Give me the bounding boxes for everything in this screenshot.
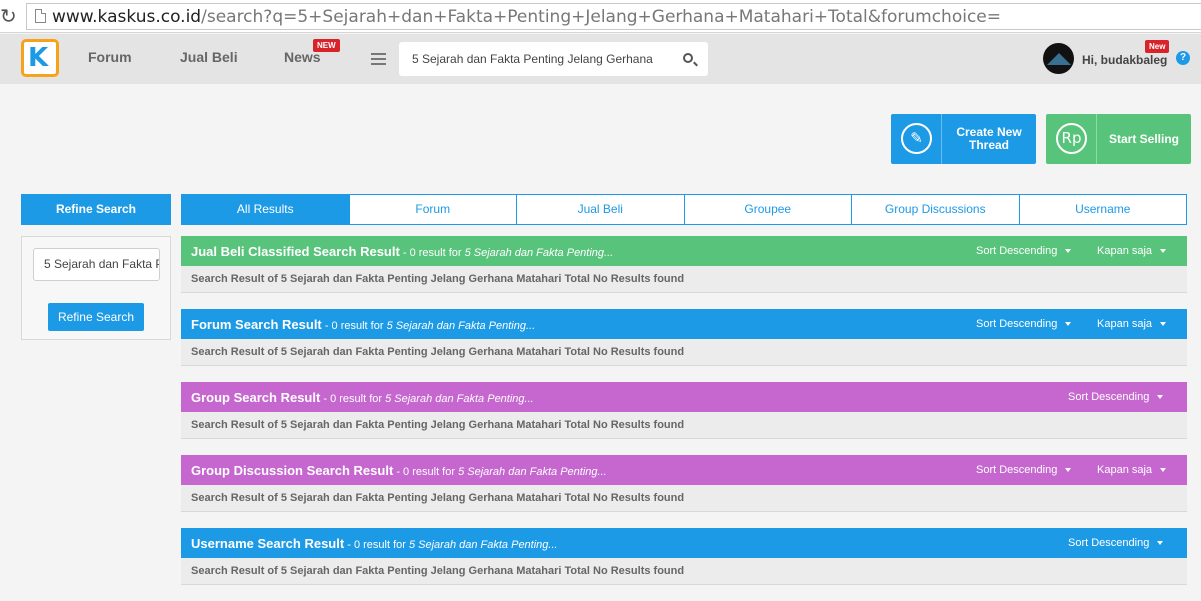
user-new-badge: New	[1145, 40, 1170, 53]
result-header: Group Search Result - 0 result for 5 Sej…	[181, 382, 1187, 412]
url-field[interactable]: www.kaskus.co.id/search?q=5+Sejarah+dan+…	[26, 3, 1201, 30]
refine-search-title: Refine Search	[21, 194, 171, 225]
search-icon[interactable]	[683, 53, 693, 63]
result-title: Group Discussion Search Result - 0 resul…	[191, 463, 607, 478]
start-selling-button[interactable]: Rp Start Selling	[1046, 114, 1191, 164]
chevron-down-icon	[1160, 249, 1167, 254]
username-result-section: Username Search Result - 0 result for 5 …	[181, 528, 1187, 585]
result-query: 5 Sejarah dan Fakta Penting...	[464, 247, 614, 259]
result-query: 5 Sejarah dan Fakta Penting...	[385, 393, 534, 405]
tab-group-discussions[interactable]: Group Discussions	[852, 194, 1020, 225]
create-new-thread-label: Create New Thread	[956, 125, 1022, 152]
nav-forum[interactable]: Forum	[88, 49, 132, 65]
result-title-text: Forum Search Result	[191, 317, 322, 332]
result-header: Username Search Result - 0 result for 5 …	[181, 528, 1187, 558]
result-title: Username Search Result - 0 result for 5 …	[191, 536, 558, 551]
result-header: Jual Beli Classified Search Result - 0 r…	[181, 236, 1187, 266]
result-query: 5 Sejarah dan Fakta Penting...	[408, 539, 558, 551]
result-message: Search Result of 5 Sejarah dan Fakta Pen…	[181, 266, 1187, 293]
result-title-text: Group Discussion Search Result	[191, 463, 394, 478]
kaskus-logo[interactable]: K	[21, 39, 59, 77]
result-title-text: Group Search Result	[191, 390, 321, 405]
chevron-down-icon	[1157, 541, 1164, 546]
refine-search-panel: 5 Sejarah dan Fakta Penting Refine Searc…	[21, 236, 171, 340]
group-result-section: Group Search Result - 0 result for 5 Sej…	[181, 382, 1187, 439]
sort-descending-dropdown[interactable]: Sort Descending	[1068, 537, 1164, 549]
url-text: www.kaskus.co.id/search?q=5+Sejarah+dan+…	[52, 7, 1001, 27]
kapan-saja-dropdown[interactable]: Kapan saja	[1097, 464, 1167, 476]
tab-jual-beli[interactable]: Jual Beli	[517, 194, 685, 225]
forum-result-section: Forum Search Result - 0 result for 5 Sej…	[181, 309, 1187, 366]
result-message: Search Result of 5 Sejarah dan Fakta Pen…	[181, 558, 1187, 585]
result-count: - 0 result for	[399, 247, 465, 259]
sort-descending-dropdown[interactable]: Sort Descending	[976, 318, 1072, 330]
url-host: www.kaskus.co.id	[52, 7, 202, 27]
result-count: - 0 result for	[344, 539, 409, 551]
sort-label: Sort Descending	[976, 464, 1058, 476]
result-message: Search Result of 5 Sejarah dan Fakta Pen…	[181, 485, 1187, 512]
sell-icon-zone: Rp	[1046, 114, 1097, 164]
refine-search-input[interactable]: 5 Sejarah dan Fakta Penting	[33, 248, 160, 281]
user-greeting[interactable]: Hi, budakbaleg	[1082, 53, 1167, 67]
result-title-text: Username Search Result	[191, 536, 345, 551]
pencil-icon: ✎	[901, 123, 932, 154]
time-filter-label: Kapan saja	[1097, 318, 1153, 330]
start-selling-label: Start Selling	[1108, 131, 1179, 146]
chevron-down-icon	[1157, 395, 1164, 400]
tab-all-results[interactable]: All Results	[181, 194, 350, 225]
result-query: 5 Sejarah dan Fakta Penting...	[386, 320, 536, 332]
chevron-down-icon	[1065, 249, 1072, 254]
result-title: Jual Beli Classified Search Result - 0 r…	[191, 244, 613, 259]
sort-label: Sort Descending	[976, 318, 1058, 330]
chevron-down-icon	[1160, 468, 1167, 473]
site-header: K Forum Jual Beli News NEW 5 Sejarah dan…	[0, 34, 1201, 84]
result-query: 5 Sejarah dan Fakta Penting...	[458, 466, 607, 478]
logo-letter: K	[28, 43, 49, 73]
sort-label: Sort Descending	[976, 245, 1058, 257]
tab-groupee[interactable]: Groupee	[684, 194, 852, 225]
time-filter-label: Kapan saja	[1097, 245, 1153, 257]
result-title: Group Search Result - 0 result for 5 Sej…	[191, 390, 534, 405]
news-new-badge: NEW	[313, 39, 340, 52]
result-header: Forum Search Result - 0 result for 5 Sej…	[181, 309, 1187, 339]
result-tabs: All Results Forum Jual Beli Groupee Grou…	[181, 194, 1187, 225]
kapan-saja-dropdown[interactable]: Kapan saja	[1097, 245, 1167, 257]
chevron-down-icon	[1065, 468, 1072, 473]
result-message: Search Result of 5 Sejarah dan Fakta Pen…	[181, 339, 1187, 366]
result-count: - 0 result for	[320, 393, 386, 405]
sort-label: Sort Descending	[1068, 391, 1150, 403]
page-icon	[35, 9, 46, 23]
kapan-saja-dropdown[interactable]: Kapan saja	[1097, 318, 1167, 330]
nav-jual-beli[interactable]: Jual Beli	[180, 49, 238, 65]
chevron-down-icon	[1160, 322, 1167, 327]
result-message: Search Result of 5 Sejarah dan Fakta Pen…	[181, 412, 1187, 439]
create-new-thread-button[interactable]: ✎ Create New Thread	[891, 114, 1036, 164]
tab-username[interactable]: Username	[1019, 194, 1187, 225]
chevron-down-icon	[1065, 322, 1072, 327]
search-input-value: 5 Sejarah dan Fakta Penting Jelang Gerha…	[412, 52, 655, 66]
result-count: - 0 result for	[393, 466, 459, 478]
refine-search-button[interactable]: Refine Search	[48, 303, 144, 331]
reload-icon[interactable]: ↻	[0, 6, 18, 26]
sort-descending-dropdown[interactable]: Sort Descending	[976, 464, 1072, 476]
jual-beli-result-section: Jual Beli Classified Search Result - 0 r…	[181, 236, 1187, 293]
result-header: Group Discussion Search Result - 0 resul…	[181, 455, 1187, 485]
create-icon-zone: ✎	[891, 114, 942, 164]
result-count: - 0 result for	[321, 320, 387, 332]
search-input[interactable]: 5 Sejarah dan Fakta Penting Jelang Gerha…	[399, 42, 708, 76]
help-icon[interactable]: ?	[1176, 51, 1190, 65]
sort-label: Sort Descending	[1068, 537, 1150, 549]
result-title-text: Jual Beli Classified Search Result	[191, 244, 400, 259]
tab-forum[interactable]: Forum	[349, 194, 517, 225]
sort-descending-dropdown[interactable]: Sort Descending	[1068, 391, 1164, 403]
sort-descending-dropdown[interactable]: Sort Descending	[976, 245, 1072, 257]
menu-icon[interactable]	[371, 53, 386, 65]
rupiah-icon: Rp	[1056, 123, 1087, 154]
url-path: /search?q=5+Sejarah+dan+Fakta+Penting+Je…	[201, 7, 1002, 27]
browser-address-bar: ↻ www.kaskus.co.id/search?q=5+Sejarah+da…	[0, 0, 1201, 33]
avatar[interactable]	[1043, 43, 1074, 74]
group-discussion-result-section: Group Discussion Search Result - 0 resul…	[181, 455, 1187, 512]
time-filter-label: Kapan saja	[1097, 464, 1153, 476]
result-title: Forum Search Result - 0 result for 5 Sej…	[191, 317, 535, 332]
